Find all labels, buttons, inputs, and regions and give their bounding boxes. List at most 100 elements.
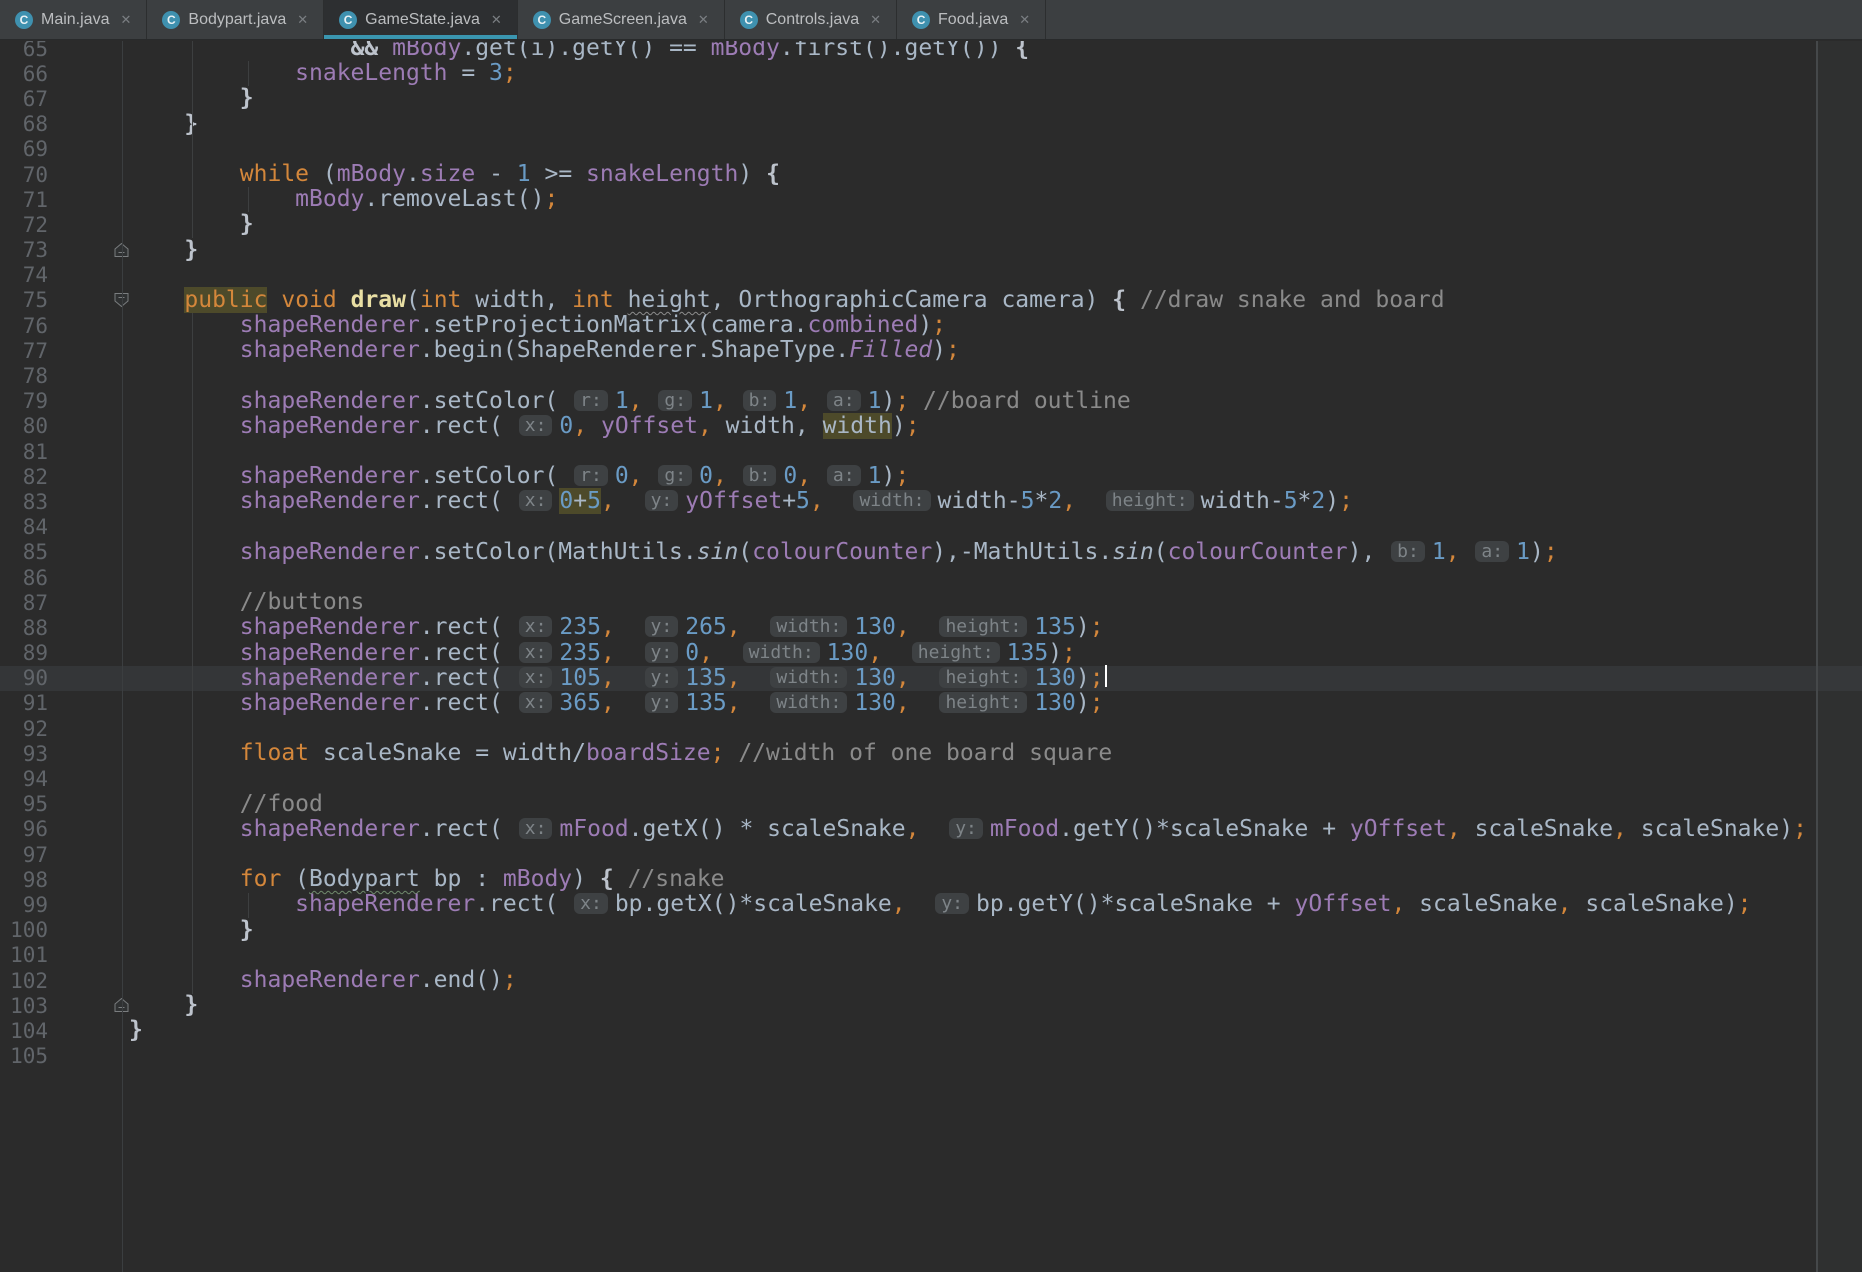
line-number[interactable]: 96 xyxy=(0,817,48,841)
gutter-fold-area[interactable] xyxy=(48,263,122,288)
error-stripe-scrollbar[interactable] xyxy=(1816,41,1862,1272)
gutter-fold-area[interactable] xyxy=(48,288,122,313)
gutter-fold-area[interactable] xyxy=(48,238,122,263)
line-number[interactable]: 65 xyxy=(0,41,48,61)
gutter-fold-area[interactable] xyxy=(48,918,122,943)
line-number[interactable]: 80 xyxy=(0,414,48,438)
line-number[interactable]: 86 xyxy=(0,566,48,590)
line-number[interactable]: 105 xyxy=(0,1044,48,1068)
gutter-fold-area[interactable] xyxy=(48,590,122,615)
line-number[interactable]: 75 xyxy=(0,288,48,312)
line-number[interactable]: 83 xyxy=(0,490,48,514)
close-icon[interactable]: ✕ xyxy=(1019,13,1030,26)
token: ) xyxy=(1325,488,1339,514)
gutter-fold-area[interactable] xyxy=(48,212,122,237)
caret xyxy=(1105,665,1107,687)
gutter-fold-area[interactable] xyxy=(48,1044,122,1069)
gutter-fold-area[interactable] xyxy=(48,389,122,414)
gutter-fold-area[interactable] xyxy=(48,565,122,590)
gutter-fold-area[interactable] xyxy=(48,112,122,137)
gutter-fold-area[interactable] xyxy=(48,313,122,338)
gutter-fold-area[interactable] xyxy=(48,666,122,691)
gutter-fold-area[interactable] xyxy=(48,439,122,464)
gutter-fold-area[interactable] xyxy=(48,162,122,187)
gutter-fold-area[interactable] xyxy=(48,615,122,640)
line-number[interactable]: 90 xyxy=(0,666,48,690)
line-number[interactable]: 84 xyxy=(0,515,48,539)
tab-food-java[interactable]: CFood.java✕ xyxy=(897,0,1046,39)
line-number[interactable]: 78 xyxy=(0,364,48,388)
line-number[interactable]: 72 xyxy=(0,213,48,237)
gutter-fold-area[interactable] xyxy=(48,41,122,61)
line-number[interactable]: 74 xyxy=(0,263,48,287)
gutter-fold-area[interactable] xyxy=(48,363,122,388)
line-number[interactable]: 76 xyxy=(0,314,48,338)
gutter-fold-area[interactable] xyxy=(48,137,122,162)
line-number[interactable]: 87 xyxy=(0,591,48,615)
line-number[interactable]: 97 xyxy=(0,843,48,867)
gutter-fold-area[interactable] xyxy=(48,464,122,489)
line-number[interactable]: 88 xyxy=(0,616,48,640)
gutter-fold-area[interactable] xyxy=(48,338,122,363)
tab-gamescreen-java[interactable]: CGameScreen.java✕ xyxy=(518,0,725,39)
code-editor[interactable]: 65 && mBody.get(i).getY() == mBody.first… xyxy=(0,41,1862,1272)
gutter-fold-area[interactable] xyxy=(48,993,122,1018)
line-number[interactable]: 77 xyxy=(0,339,48,363)
line-number[interactable]: 89 xyxy=(0,641,48,665)
gutter-fold-area[interactable] xyxy=(48,1018,122,1043)
gutter-fold-area[interactable] xyxy=(48,968,122,993)
close-icon[interactable]: ✕ xyxy=(120,13,131,26)
line-number[interactable]: 91 xyxy=(0,691,48,715)
line-number[interactable]: 82 xyxy=(0,465,48,489)
line-number[interactable]: 94 xyxy=(0,767,48,791)
gutter-fold-area[interactable] xyxy=(48,867,122,892)
close-icon[interactable]: ✕ xyxy=(297,13,308,26)
line-number[interactable]: 100 xyxy=(0,918,48,942)
gutter-fold-area[interactable] xyxy=(48,817,122,842)
line-number[interactable]: 69 xyxy=(0,137,48,161)
gutter-fold-area[interactable] xyxy=(48,489,122,514)
line-number[interactable]: 81 xyxy=(0,440,48,464)
close-icon[interactable]: ✕ xyxy=(870,13,881,26)
gutter-fold-area[interactable] xyxy=(48,943,122,968)
line-number[interactable]: 66 xyxy=(0,62,48,86)
gutter-fold-area[interactable] xyxy=(48,766,122,791)
gutter-fold-area[interactable] xyxy=(48,741,122,766)
gutter-fold-area[interactable] xyxy=(48,540,122,565)
close-icon[interactable]: ✕ xyxy=(491,13,502,26)
line-number[interactable]: 85 xyxy=(0,540,48,564)
gutter-fold-area[interactable] xyxy=(48,515,122,540)
close-icon[interactable]: ✕ xyxy=(698,13,709,26)
gutter-fold-area[interactable] xyxy=(48,691,122,716)
tab-main-java[interactable]: CMain.java✕ xyxy=(0,0,147,39)
line-number[interactable]: 99 xyxy=(0,893,48,917)
gutter-fold-area[interactable] xyxy=(48,792,122,817)
line-number[interactable]: 103 xyxy=(0,994,48,1018)
tab-gamestate-java[interactable]: CGameState.java✕ xyxy=(324,0,518,39)
line-number[interactable]: 92 xyxy=(0,717,48,741)
gutter-fold-area[interactable] xyxy=(48,86,122,111)
gutter-fold-area[interactable] xyxy=(48,414,122,439)
line-number[interactable]: 95 xyxy=(0,792,48,816)
line-number[interactable]: 71 xyxy=(0,188,48,212)
line-number[interactable]: 68 xyxy=(0,112,48,136)
token xyxy=(129,614,240,640)
line-number[interactable]: 98 xyxy=(0,868,48,892)
line-number[interactable]: 102 xyxy=(0,969,48,993)
gutter-fold-area[interactable] xyxy=(48,892,122,917)
gutter-fold-area[interactable] xyxy=(48,61,122,86)
gutter-fold-area[interactable] xyxy=(48,641,122,666)
line-number[interactable]: 67 xyxy=(0,87,48,111)
gutter-fold-area[interactable] xyxy=(48,187,122,212)
line-number[interactable]: 93 xyxy=(0,742,48,766)
line-number[interactable]: 79 xyxy=(0,389,48,413)
line-number[interactable]: 101 xyxy=(0,943,48,967)
line-number[interactable]: 73 xyxy=(0,238,48,262)
gutter-fold-area[interactable] xyxy=(48,716,122,741)
token xyxy=(615,640,643,666)
line-number[interactable]: 104 xyxy=(0,1019,48,1043)
tab-controls-java[interactable]: CControls.java✕ xyxy=(725,0,897,39)
line-number[interactable]: 70 xyxy=(0,163,48,187)
gutter-fold-area[interactable] xyxy=(48,842,122,867)
tab-bodypart-java[interactable]: CBodypart.java✕ xyxy=(147,0,324,39)
